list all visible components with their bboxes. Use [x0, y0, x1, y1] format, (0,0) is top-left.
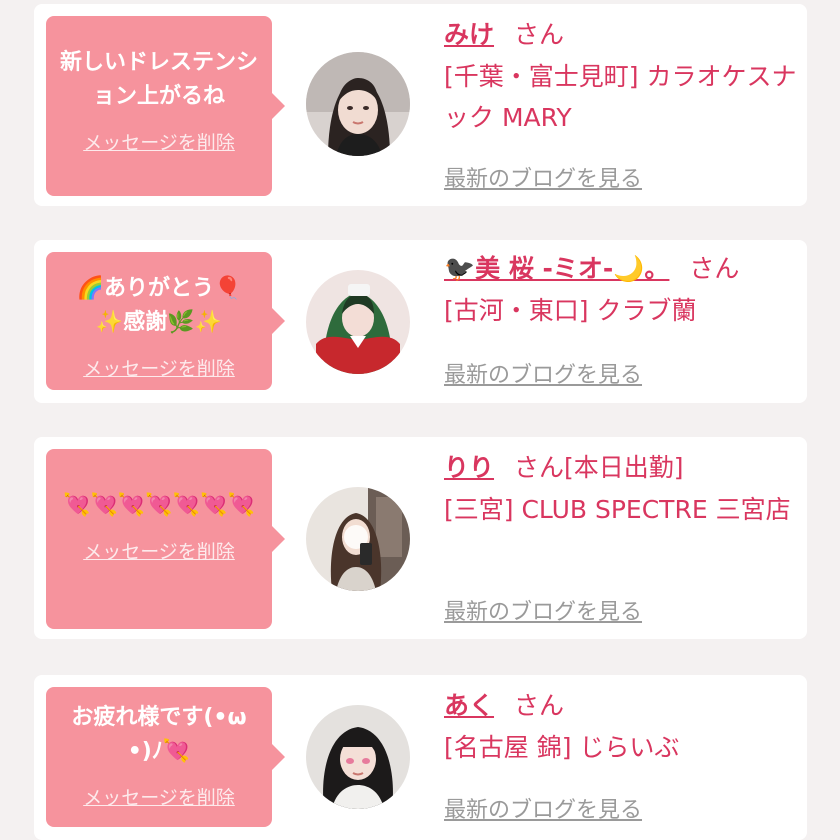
- avatar[interactable]: [306, 487, 410, 591]
- shop-text: [千葉・富士見町] カラオケスナック MARY: [444, 62, 797, 132]
- shop-text: [古河・東口] クラブ蘭: [444, 296, 697, 325]
- list-item: 🌈ありがとう🎈✨感謝🌿✨ メッセージを削除 🐦‍⬛美 桜 -ミオ-🌙。 さん [古…: [34, 240, 807, 403]
- profile-info: りり さん[本日出勤] [三宮] CLUB SPECTRE 三宮店: [444, 451, 799, 530]
- cast-name-link[interactable]: みけ: [444, 20, 494, 49]
- message-text: 🌈ありがとう🎈✨感謝🌿✨: [76, 276, 242, 335]
- latest-blog-link[interactable]: 最新のブログを見る: [444, 594, 642, 626]
- cast-name-link[interactable]: りり: [444, 453, 494, 482]
- latest-blog-link[interactable]: 最新のブログを見る: [444, 357, 642, 389]
- message-bubble: 💘💘💘💘💘💘💘 メッセージを削除: [46, 449, 285, 629]
- message-bubble: お疲れ様です(•ω•)ﾉ💘 メッセージを削除: [46, 687, 285, 827]
- status-text: [本日出勤]: [564, 453, 684, 482]
- message-text: お疲れ様です(•ω•)ﾉ💘: [71, 705, 247, 764]
- cast-name-link[interactable]: あく: [444, 691, 494, 720]
- latest-blog-link[interactable]: 最新のブログを見る: [444, 792, 642, 824]
- honorific: さん: [514, 691, 565, 720]
- list-item: 💘💘💘💘💘💘💘 メッセージを削除 りり さん[本日出勤] [三宮] CLUB SP…: [34, 437, 807, 639]
- avatar[interactable]: [306, 270, 410, 374]
- message-text: 新しいドレステンション上がるね: [59, 50, 258, 109]
- shop-text: [名古屋 錦] じらいぶ: [444, 733, 680, 762]
- list-item: 新しいドレステンション上がるね メッセージを削除 みけ さん [千葉・富士見町] …: [34, 4, 807, 206]
- delete-message-link[interactable]: メッセージを削除: [83, 354, 235, 381]
- message-bubble: 新しいドレステンション上がるね メッセージを削除: [46, 16, 285, 196]
- avatar[interactable]: [306, 52, 410, 156]
- message-list: 新しいドレステンション上がるね メッセージを削除 みけ さん [千葉・富士見町] …: [0, 0, 840, 840]
- latest-blog-link[interactable]: 最新のブログを見る: [444, 161, 642, 193]
- profile-info: みけ さん [千葉・富士見町] カラオケスナック MARY: [444, 18, 799, 138]
- profile-info: あく さん [名古屋 錦] じらいぶ: [444, 689, 799, 768]
- shop-text: [三宮] CLUB SPECTRE 三宮店: [444, 495, 791, 524]
- avatar[interactable]: [306, 705, 410, 809]
- message-bubble: 🌈ありがとう🎈✨感謝🌿✨ メッセージを削除: [46, 252, 285, 390]
- honorific: さん: [689, 254, 740, 283]
- delete-message-link[interactable]: メッセージを削除: [83, 537, 235, 564]
- profile-info: 🐦‍⬛美 桜 -ミオ-🌙。 さん [古河・東口] クラブ蘭: [444, 252, 799, 331]
- cast-name-link[interactable]: 🐦‍⬛美 桜 -ミオ-🌙。: [444, 254, 669, 283]
- honorific: さん: [514, 453, 565, 482]
- delete-message-link[interactable]: メッセージを削除: [83, 783, 235, 810]
- list-item: お疲れ様です(•ω•)ﾉ💘 メッセージを削除 あく さん [名古屋 錦] じらいぶ…: [34, 675, 807, 840]
- honorific: さん: [514, 20, 565, 49]
- delete-message-link[interactable]: メッセージを削除: [83, 128, 235, 155]
- message-text: 💘💘💘💘💘💘💘: [63, 493, 255, 518]
